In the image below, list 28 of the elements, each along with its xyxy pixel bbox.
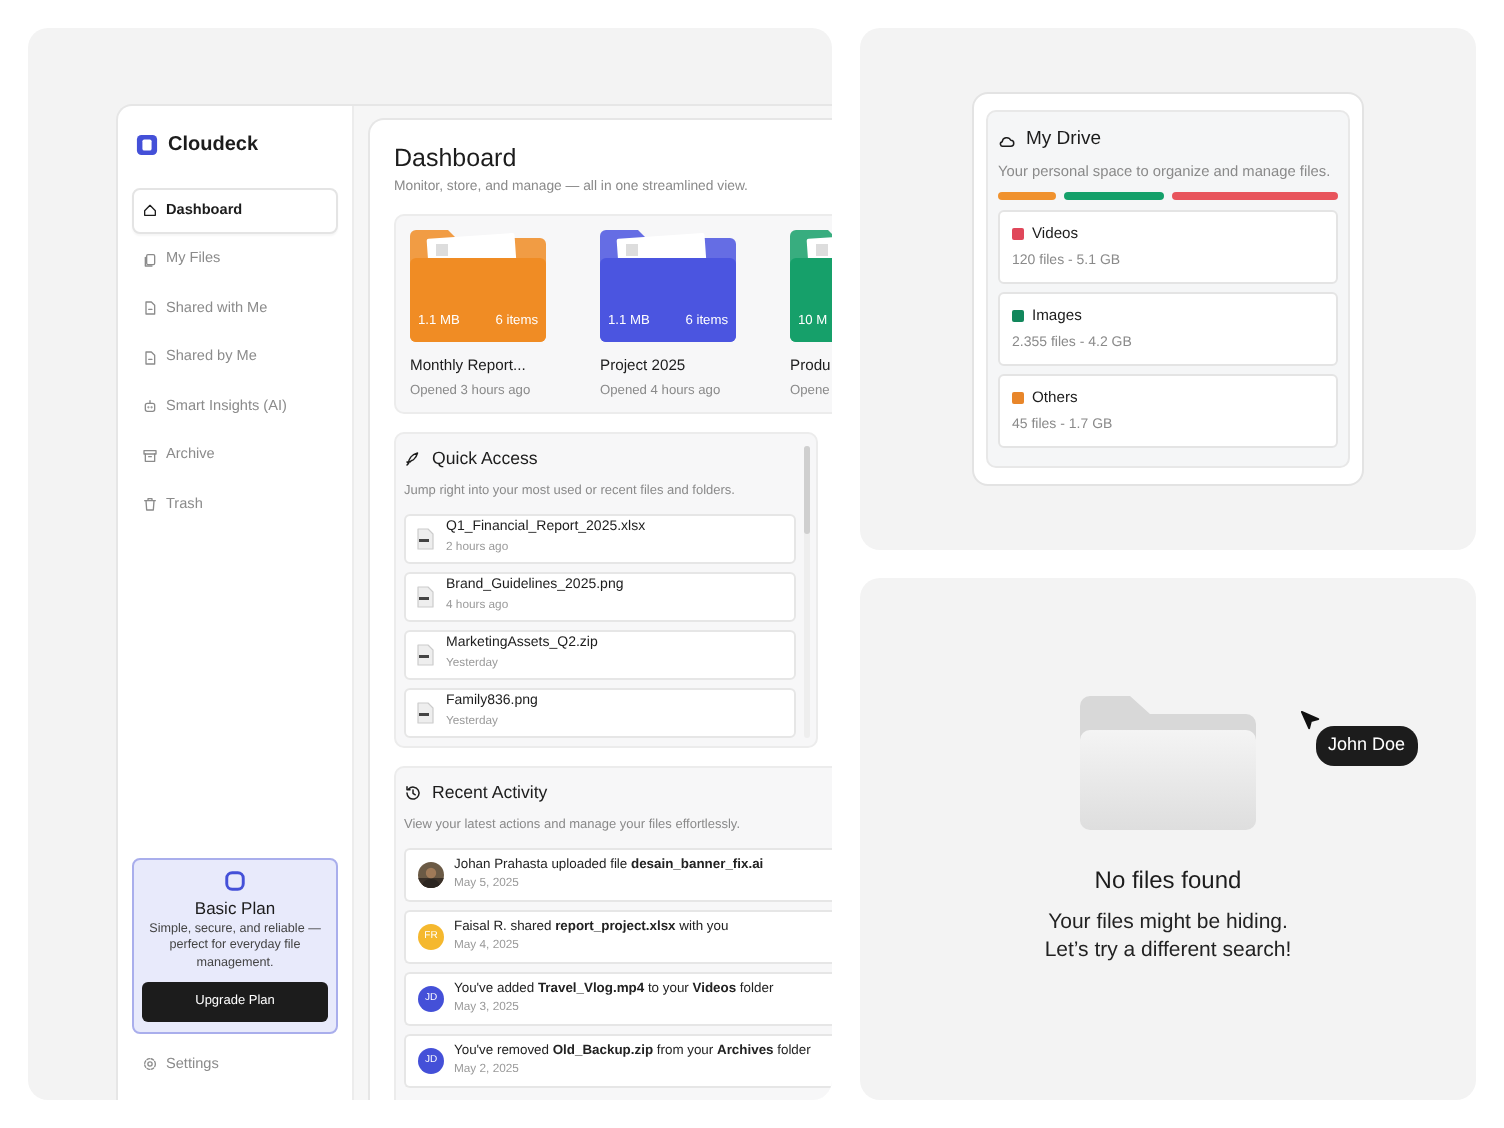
- section-title: Recent Activity: [432, 779, 548, 806]
- name-tooltip: John Doe: [1316, 726, 1418, 765]
- scrollbar[interactable]: [804, 445, 810, 738]
- folder-icon: [1080, 694, 1256, 830]
- section-title: Quick Access: [432, 445, 538, 472]
- files-icon: [142, 251, 158, 268]
- drive-title: My Drive: [1026, 125, 1101, 154]
- archive-icon: [142, 447, 158, 464]
- file-icon: [416, 527, 434, 550]
- page-title: Dashboard: [394, 144, 519, 174]
- plan-title: Basic Plan: [194, 898, 276, 919]
- empty-message: Your files might be hiding. Let’s try a different search!: [1044, 910, 1292, 965]
- file-icon: [416, 701, 434, 724]
- home-icon: [142, 202, 158, 219]
- cloud-icon: [998, 131, 1016, 150]
- logo-icon: [136, 134, 158, 156]
- cursor-icon: [1300, 710, 1322, 733]
- file-icon: [416, 643, 434, 666]
- empty-title: No files found: [1094, 864, 1242, 898]
- plan-icon: [224, 870, 246, 893]
- trash-icon: [142, 496, 158, 513]
- robot-icon: [142, 398, 158, 415]
- file-icon: [142, 300, 158, 317]
- brand-name: Cloudeck: [168, 132, 259, 160]
- file-icon: [416, 585, 434, 608]
- file-icon: [142, 349, 158, 366]
- history-icon: [404, 783, 422, 802]
- settings-icon: [142, 1056, 158, 1073]
